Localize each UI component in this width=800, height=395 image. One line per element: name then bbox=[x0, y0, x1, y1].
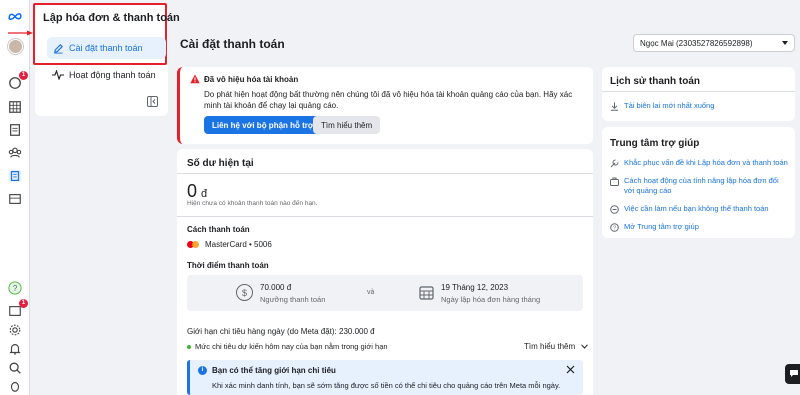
briefcase-icon bbox=[610, 177, 619, 186]
nav-item-payment-activity[interactable]: Hoạt động thanh toán bbox=[52, 70, 156, 80]
learn-more-button[interactable]: Tìm hiểu thêm bbox=[313, 116, 381, 134]
and-label: và bbox=[367, 289, 375, 296]
chevron-down-icon bbox=[581, 344, 589, 349]
caret-down-icon bbox=[782, 41, 788, 45]
payment-method-value: MasterCard • 5006 bbox=[205, 240, 272, 249]
activity-pulse-icon bbox=[52, 70, 64, 80]
bug-icon[interactable] bbox=[7, 378, 23, 394]
help-link-cant-pay[interactable]: Việc cần làm nếu bạn không thể thanh toá… bbox=[610, 204, 769, 214]
meta-logo-icon[interactable] bbox=[7, 8, 23, 24]
help-link-label: Việc cần làm nếu bạn không thể thanh toá… bbox=[624, 204, 769, 213]
daily-limit-status-text: Mức chi tiêu dự kiến hôm nay của bạn nằm… bbox=[195, 342, 388, 351]
icon-rail: 1 ? 1 bbox=[0, 0, 30, 395]
payment-history-card: Lịch sử thanh toán Tải biên lai mới nhất… bbox=[602, 67, 795, 121]
pages-icon[interactable] bbox=[7, 122, 23, 138]
svg-text:?: ? bbox=[13, 284, 18, 293]
wrench-icon bbox=[610, 159, 619, 168]
help-center-card: Trung tâm trợ giúp Khắc phục vấn đề khi … bbox=[602, 127, 795, 238]
notifications-icon[interactable]: 1 bbox=[7, 71, 28, 91]
calendar-icon bbox=[419, 286, 434, 300]
nav-item-payment-settings[interactable]: Cài đặt thanh toán bbox=[47, 37, 166, 59]
download-receipt-link[interactable]: Tải biên lai mới nhất xuống bbox=[610, 101, 714, 111]
settings-gear-icon[interactable] bbox=[7, 322, 23, 338]
avatar[interactable] bbox=[7, 38, 23, 54]
search-icon[interactable] bbox=[7, 360, 23, 376]
red-arrow-annotation bbox=[8, 30, 33, 36]
notification-badge: 1 bbox=[19, 71, 28, 80]
audience-icon[interactable] bbox=[7, 145, 23, 161]
billing-time-box: $ 70.000 đ Ngưỡng thanh toán và 19 Tháng… bbox=[187, 275, 583, 311]
inbox-icon[interactable]: 1 bbox=[7, 299, 28, 319]
info-title: Bạn có thể tăng giới hạn chi tiêu bbox=[212, 366, 336, 375]
help-link-how-billing-works[interactable]: Cách hoạt động của tính năng lập hóa đơn… bbox=[610, 176, 790, 196]
alert-body: Do phát hiện hoạt động bất thường nên ch… bbox=[204, 90, 573, 110]
balance-amount: 0đ bbox=[187, 181, 207, 202]
close-icon[interactable] bbox=[566, 365, 575, 374]
download-icon bbox=[610, 102, 619, 111]
nav-item-label: Hoạt động thanh toán bbox=[69, 70, 156, 80]
billing-date-label: Ngày lập hóa đơn hàng tháng bbox=[441, 295, 541, 304]
current-balance-card: Số dư hiện tại 0đ Hiện chưa có khoản tha… bbox=[177, 149, 593, 395]
chat-button[interactable] bbox=[785, 364, 800, 384]
mastercard-icon bbox=[187, 240, 199, 249]
chat-bubble-icon bbox=[790, 370, 798, 377]
learn-more-label: Tìm hiểu thêm bbox=[524, 342, 576, 351]
divider bbox=[177, 173, 593, 174]
billing-icon[interactable] bbox=[7, 168, 23, 184]
help-link-label: Mở Trung tâm trợ giúp bbox=[624, 222, 699, 231]
minus-circle-icon bbox=[610, 205, 619, 214]
threshold-value: 70.000 đ bbox=[260, 283, 292, 292]
payment-method-label: Cách thanh toán bbox=[187, 225, 250, 234]
billing-date: 19 Tháng 12, 2023 bbox=[441, 283, 509, 292]
daily-spending-limit: Giới hạn chi tiêu hàng ngày (do Meta đặt… bbox=[187, 327, 375, 336]
pencil-icon bbox=[54, 43, 64, 54]
help-link-label: Cách hoạt động của tính năng lập hóa đơn… bbox=[624, 176, 779, 195]
increase-limit-info: i Bạn có thể tăng giới hạn chi tiêu Khi … bbox=[187, 360, 583, 395]
payment-method-row: MasterCard • 5006 bbox=[187, 240, 272, 249]
question-circle-icon: ? bbox=[610, 223, 619, 232]
download-receipt-label: Tải biên lai mới nhất xuống bbox=[624, 101, 715, 110]
account-selector[interactable]: Ngọc Mai (2303527826592898) bbox=[633, 34, 795, 52]
catalog-icon[interactable] bbox=[7, 191, 23, 207]
help-link-troubleshoot[interactable]: Khắc phục vấn đề khi Lập hóa đơn và than… bbox=[610, 158, 788, 168]
history-title: Lịch sử thanh toán bbox=[610, 76, 701, 87]
divider bbox=[602, 91, 795, 92]
contact-support-button[interactable]: Liên hệ với bộ phận hỗ trợ bbox=[204, 116, 322, 134]
help-icon[interactable]: ? bbox=[7, 280, 23, 296]
learn-more-expander[interactable]: Tìm hiểu thêm bbox=[524, 342, 589, 351]
info-icon: i bbox=[198, 366, 207, 375]
threshold-label: Ngưỡng thanh toán bbox=[260, 295, 326, 304]
help-link-label: Khắc phục vấn đề khi Lập hóa đơn và than… bbox=[624, 158, 788, 167]
info-body: Khi xác minh danh tính, bạn sẽ sớm tăng … bbox=[212, 381, 561, 390]
balance-amount-value: 0 bbox=[187, 181, 198, 201]
billing-time-label: Thời điểm thanh toán bbox=[187, 261, 269, 270]
balance-note: Hiện chưa có khoản thanh toán nào đến hạ… bbox=[187, 200, 318, 207]
dollar-circle-icon: $ bbox=[236, 284, 253, 301]
account-selector-value: Ngọc Mai (2303527826592898) bbox=[640, 38, 753, 48]
warning-icon bbox=[190, 74, 200, 84]
balance-currency: đ bbox=[201, 188, 208, 200]
account-disabled-alert: Đã vô hiệu hóa tài khoản Do phát hiện ho… bbox=[177, 67, 593, 144]
bell-icon[interactable] bbox=[7, 341, 23, 357]
daily-limit-status: Mức chi tiêu dự kiến hôm nay của bạn nằm… bbox=[187, 342, 388, 351]
balance-title: Số dư hiện tại bbox=[187, 158, 254, 169]
collapse-panel-icon[interactable] bbox=[147, 96, 158, 107]
page-title: Cài đặt thanh toán bbox=[180, 37, 285, 51]
divider bbox=[177, 216, 593, 217]
help-title: Trung tâm trợ giúp bbox=[610, 138, 700, 149]
status-dot bbox=[187, 344, 191, 349]
help-link-open-help-center[interactable]: ? Mở Trung tâm trợ giúp bbox=[610, 222, 699, 232]
nav-item-label: Cài đặt thanh toán bbox=[69, 43, 143, 53]
inbox-badge: 1 bbox=[19, 299, 28, 308]
svg-text:?: ? bbox=[613, 226, 616, 232]
table-icon[interactable] bbox=[7, 99, 23, 115]
nav-title: Lập hóa đơn & thanh toán bbox=[43, 12, 180, 24]
alert-title: Đã vô hiệu hóa tài khoản bbox=[204, 75, 299, 84]
